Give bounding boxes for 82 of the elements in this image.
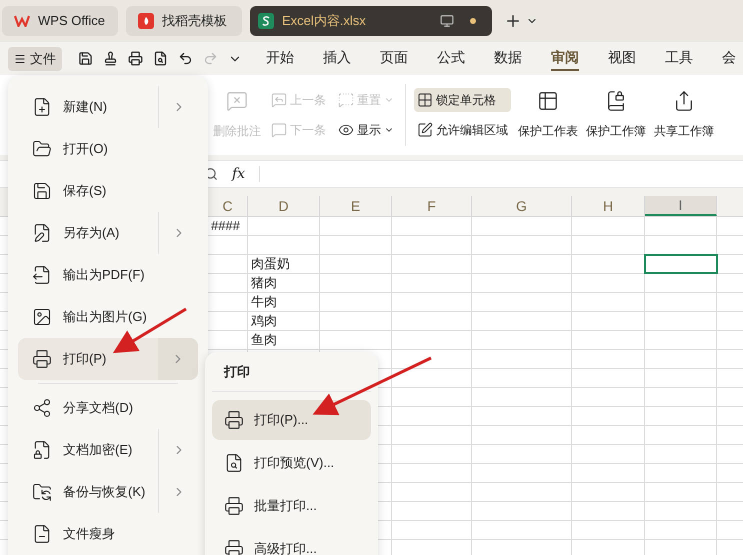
column-header[interactable]: F — [392, 196, 472, 216]
ribbon-button[interactable]: 保护工作簿 — [585, 88, 647, 142]
menu-icon — [14, 52, 26, 64]
ribbon-tab[interactable]: 公式 — [437, 46, 465, 70]
menu-item[interactable]: 打印(P) — [18, 338, 198, 380]
eye-icon — [338, 122, 354, 138]
sync-folder-icon — [32, 482, 52, 502]
printer-icon — [224, 410, 244, 430]
save-icon — [32, 181, 52, 201]
table-icon — [537, 90, 559, 112]
template-logo-icon — [138, 13, 154, 29]
locked-book-icon — [605, 90, 627, 112]
cell-text: #### — [211, 217, 240, 236]
locked-file-icon — [32, 440, 52, 460]
export-file-icon — [32, 265, 52, 285]
menu-item[interactable]: 新建(N) — [18, 86, 198, 128]
menu-item[interactable]: 打印预览(V)... — [212, 443, 371, 483]
ribbon-tab[interactable]: 页面 — [380, 46, 408, 70]
ribbon-tab[interactable]: 审阅 — [551, 46, 579, 70]
column-header[interactable]: I — [645, 196, 717, 216]
cell-text: 牛肉 — [251, 293, 277, 312]
ribbon-button[interactable]: 共享工作簿 — [653, 88, 715, 142]
share-icon — [673, 90, 695, 112]
ribbon-tab[interactable]: 会 — [722, 46, 736, 70]
cell-text: 猪肉 — [251, 274, 277, 292]
menu-item[interactable]: 另存为(A) — [18, 212, 198, 254]
menu-item[interactable]: 输出为图片(G) — [18, 296, 198, 338]
ribbon-button[interactable]: 锁定单元格 — [414, 88, 511, 112]
ribbon-tab[interactable]: 插入 — [323, 46, 351, 70]
selected-cell[interactable] — [645, 255, 717, 273]
ribbon-button[interactable]: 保护工作表 — [517, 88, 579, 142]
save-icon[interactable] — [78, 51, 93, 66]
ribbon-tab[interactable]: 数据 — [494, 46, 522, 70]
image-icon — [32, 307, 52, 327]
comment-next-icon — [271, 122, 287, 138]
ribbon-tab[interactable]: 视图 — [608, 46, 636, 70]
printer-icon — [224, 539, 244, 555]
ribbon-tab[interactable]: 开始 — [266, 46, 294, 70]
edit-file-icon — [32, 223, 52, 243]
cell-text: 鱼肉 — [251, 331, 277, 350]
stamp-icon[interactable] — [103, 51, 118, 66]
menu-item[interactable]: 高级打印... — [212, 529, 371, 555]
edit-area-icon — [417, 122, 433, 138]
menu-item[interactable]: 分享文档(D) — [18, 387, 198, 429]
folder-icon — [32, 139, 52, 159]
printer-icon — [224, 496, 244, 516]
file-minus-icon — [32, 524, 52, 544]
ribbon-tab[interactable]: 工具 — [665, 46, 693, 70]
printer-icon — [32, 349, 52, 369]
menu-item[interactable]: 文档加密(E) — [18, 429, 198, 471]
menu-item[interactable]: 打印(P)... — [212, 400, 371, 440]
print-preview-icon[interactable] — [153, 51, 168, 66]
printer-icon[interactable] — [128, 51, 143, 66]
submenu-title: 打印 — [224, 362, 250, 381]
menu-item[interactable]: 备份与恢复(K) — [18, 471, 198, 513]
file-menu-button[interactable]: 文件 — [8, 46, 62, 70]
print-preview-icon — [224, 453, 244, 473]
ribbon-button[interactable]: 允许编辑区域 — [414, 118, 511, 142]
function-label[interactable]: fx — [232, 164, 246, 184]
cell-text: 肉蛋奶 — [251, 255, 290, 274]
spreadsheet-logo-icon — [258, 13, 274, 29]
ribbon-button[interactable]: 显示 — [335, 118, 397, 142]
document-tab[interactable]: WPS Office — [2, 6, 118, 36]
share-icon — [32, 398, 52, 418]
new-tab-icon[interactable] — [504, 12, 522, 30]
column-header[interactable]: E — [320, 196, 392, 216]
undo-icon[interactable] — [178, 51, 193, 66]
column-header[interactable]: G — [472, 196, 572, 216]
document-tab[interactable]: Excel内容.xlsx — [250, 6, 492, 36]
new-file-icon — [32, 97, 52, 117]
menu-item[interactable]: 保存(S) — [18, 170, 198, 212]
document-tab[interactable]: 找稻壳模板 — [126, 6, 242, 36]
cell-text: 鸡肉 — [251, 312, 277, 330]
menu-item[interactable]: 打开(O) — [18, 128, 198, 170]
column-header[interactable]: D — [248, 196, 320, 216]
monitor-icon[interactable] — [440, 14, 454, 28]
comment-delete-icon — [226, 90, 248, 112]
wps-logo-icon — [14, 13, 30, 29]
menu-item[interactable]: 输出为PDF(F) — [18, 254, 198, 296]
comment-previous-icon — [271, 92, 287, 108]
menu-item[interactable]: 文件瘦身 — [18, 513, 198, 555]
menu-item[interactable]: 批量打印... — [212, 486, 371, 526]
